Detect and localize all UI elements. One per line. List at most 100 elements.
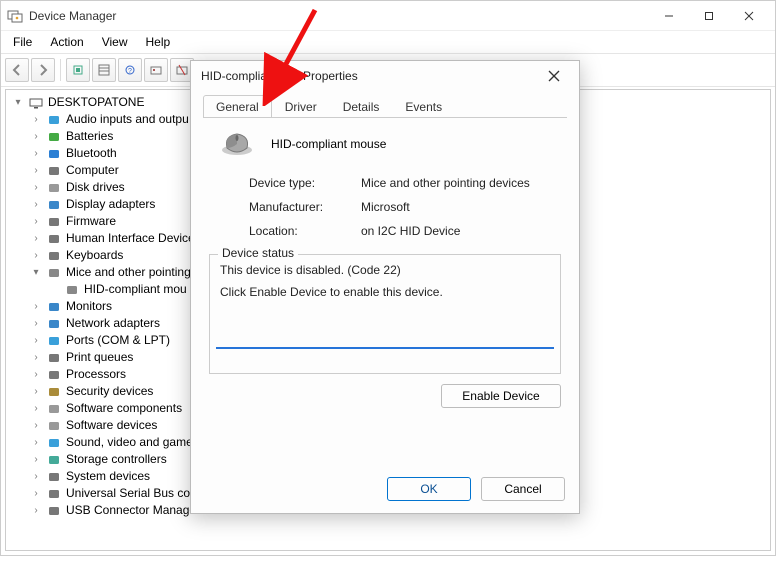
expand-icon[interactable]: › [30,145,42,162]
toolbar-btn-4[interactable] [144,58,168,82]
sound-icon [46,435,62,451]
expand-icon[interactable]: ▾ [30,264,42,281]
properties-dialog: HID-compliant use Properties General Dri… [190,60,580,514]
expand-icon[interactable]: › [30,230,42,247]
bluetooth-icon [46,146,62,162]
tree-subitem-label: HID-compliant mou [84,281,187,298]
device-status-legend: Device status [218,246,298,260]
window-controls [649,2,769,30]
tree-item-label: Ports (COM & LPT) [66,332,170,349]
tree-item-label: Keyboards [66,247,123,264]
expand-icon[interactable]: › [30,366,42,383]
tabs: General Driver Details Events [191,91,579,117]
mouse-icon [219,130,255,158]
dialog-close-button[interactable] [539,61,569,91]
cancel-button[interactable]: Cancel [481,477,565,501]
battery-icon [46,129,62,145]
tree-item-label: Sound, video and game [66,434,193,451]
toolbar-forward[interactable] [31,58,55,82]
tree-item-label: Batteries [66,128,113,145]
toolbar-back[interactable] [5,58,29,82]
tree-item-label: Audio inputs and outpu [66,111,189,128]
device-status-text[interactable]: This device is disabled. (Code 22) Click… [216,263,554,349]
expand-icon[interactable]: › [30,451,42,468]
tree-item-label: Security devices [66,383,153,400]
toolbar-btn-2[interactable] [92,58,116,82]
tab-general[interactable]: General [203,95,272,118]
label-manufacturer: Manufacturer: [249,200,351,214]
tab-events[interactable]: Events [392,95,455,118]
dialog-buttons: OK Cancel [387,477,565,501]
menu-view[interactable]: View [94,33,136,51]
expand-icon[interactable]: › [30,383,42,400]
device-status-group: Device status This device is disabled. (… [209,254,561,374]
netadapter-icon [46,316,62,332]
usbconn-icon [46,503,62,519]
device-name: HID-compliant mouse [271,137,386,151]
tree-item-label: Processors [66,366,126,383]
status-line-1: This device is disabled. (Code 22) [220,263,550,277]
close-button[interactable] [729,2,769,30]
toolbar-btn-1[interactable] [66,58,90,82]
mouse-icon [46,265,62,281]
menu-help[interactable]: Help [138,33,179,51]
menu-action[interactable]: Action [42,33,91,51]
expand-icon[interactable]: › [30,349,42,366]
tab-driver[interactable]: Driver [272,95,330,118]
tree-item-label: Display adapters [66,196,155,213]
tree-item-label: Human Interface Device [66,230,195,247]
tree-item-label: Storage controllers [66,451,167,468]
computer-icon [46,163,62,179]
tab-details[interactable]: Details [330,95,393,118]
expand-icon[interactable]: › [30,213,42,230]
usb-icon [46,486,62,502]
expand-icon[interactable]: › [30,111,42,128]
app-icon [7,8,23,24]
enable-device-button[interactable]: Enable Device [441,384,561,408]
cpu-icon [46,367,62,383]
expand-icon[interactable]: › [30,162,42,179]
expand-icon[interactable]: › [30,332,42,349]
tab-content: HID-compliant mouse Device type: Mice an… [203,117,567,445]
expand-icon[interactable]: › [30,315,42,332]
expand-icon[interactable]: › [30,196,42,213]
tree-item-label: Software components [66,400,182,417]
maximize-button[interactable] [689,2,729,30]
expand-icon[interactable]: › [30,128,42,145]
dialog-title: HID-compliant use Properties [201,69,539,83]
value-location: on I2C HID Device [361,224,567,238]
expand-icon[interactable]: › [30,468,42,485]
minimize-button[interactable] [649,2,689,30]
tree-item-label: Print queues [66,349,133,366]
menubar: File Action View Help [1,31,775,53]
port-icon [46,333,62,349]
hid-icon [46,231,62,247]
device-info: Device type: Mice and other pointing dev… [203,176,567,238]
expand-icon[interactable]: › [30,417,42,434]
tree-item-label: Firmware [66,213,116,230]
expand-icon[interactable]: › [30,179,42,196]
tree-item-label: Network adapters [66,315,160,332]
expand-icon[interactable]: › [30,400,42,417]
collapse-icon[interactable]: ▾ [12,94,24,111]
ok-button[interactable]: OK [387,477,471,501]
titlebar: Device Manager [1,1,775,31]
expand-icon[interactable]: › [30,502,42,519]
tree-item-label: Monitors [66,298,112,315]
mouse-icon [64,282,80,298]
firmware-icon [46,214,62,230]
window-title: Device Manager [29,9,649,23]
expand-icon[interactable]: › [30,247,42,264]
computer-icon [28,95,44,111]
tree-item-label: USB Connector Managers [66,502,206,519]
tree-item-label: Disk drives [66,179,125,196]
printer-icon [46,350,62,366]
swcomp-icon [46,401,62,417]
expand-icon[interactable]: › [30,298,42,315]
expand-icon[interactable]: › [30,485,42,502]
tree-item-label: Bluetooth [66,145,117,162]
value-device-type: Mice and other pointing devices [361,176,567,190]
expand-icon[interactable]: › [30,434,42,451]
toolbar-btn-3[interactable]: ? [118,58,142,82]
menu-file[interactable]: File [5,33,40,51]
